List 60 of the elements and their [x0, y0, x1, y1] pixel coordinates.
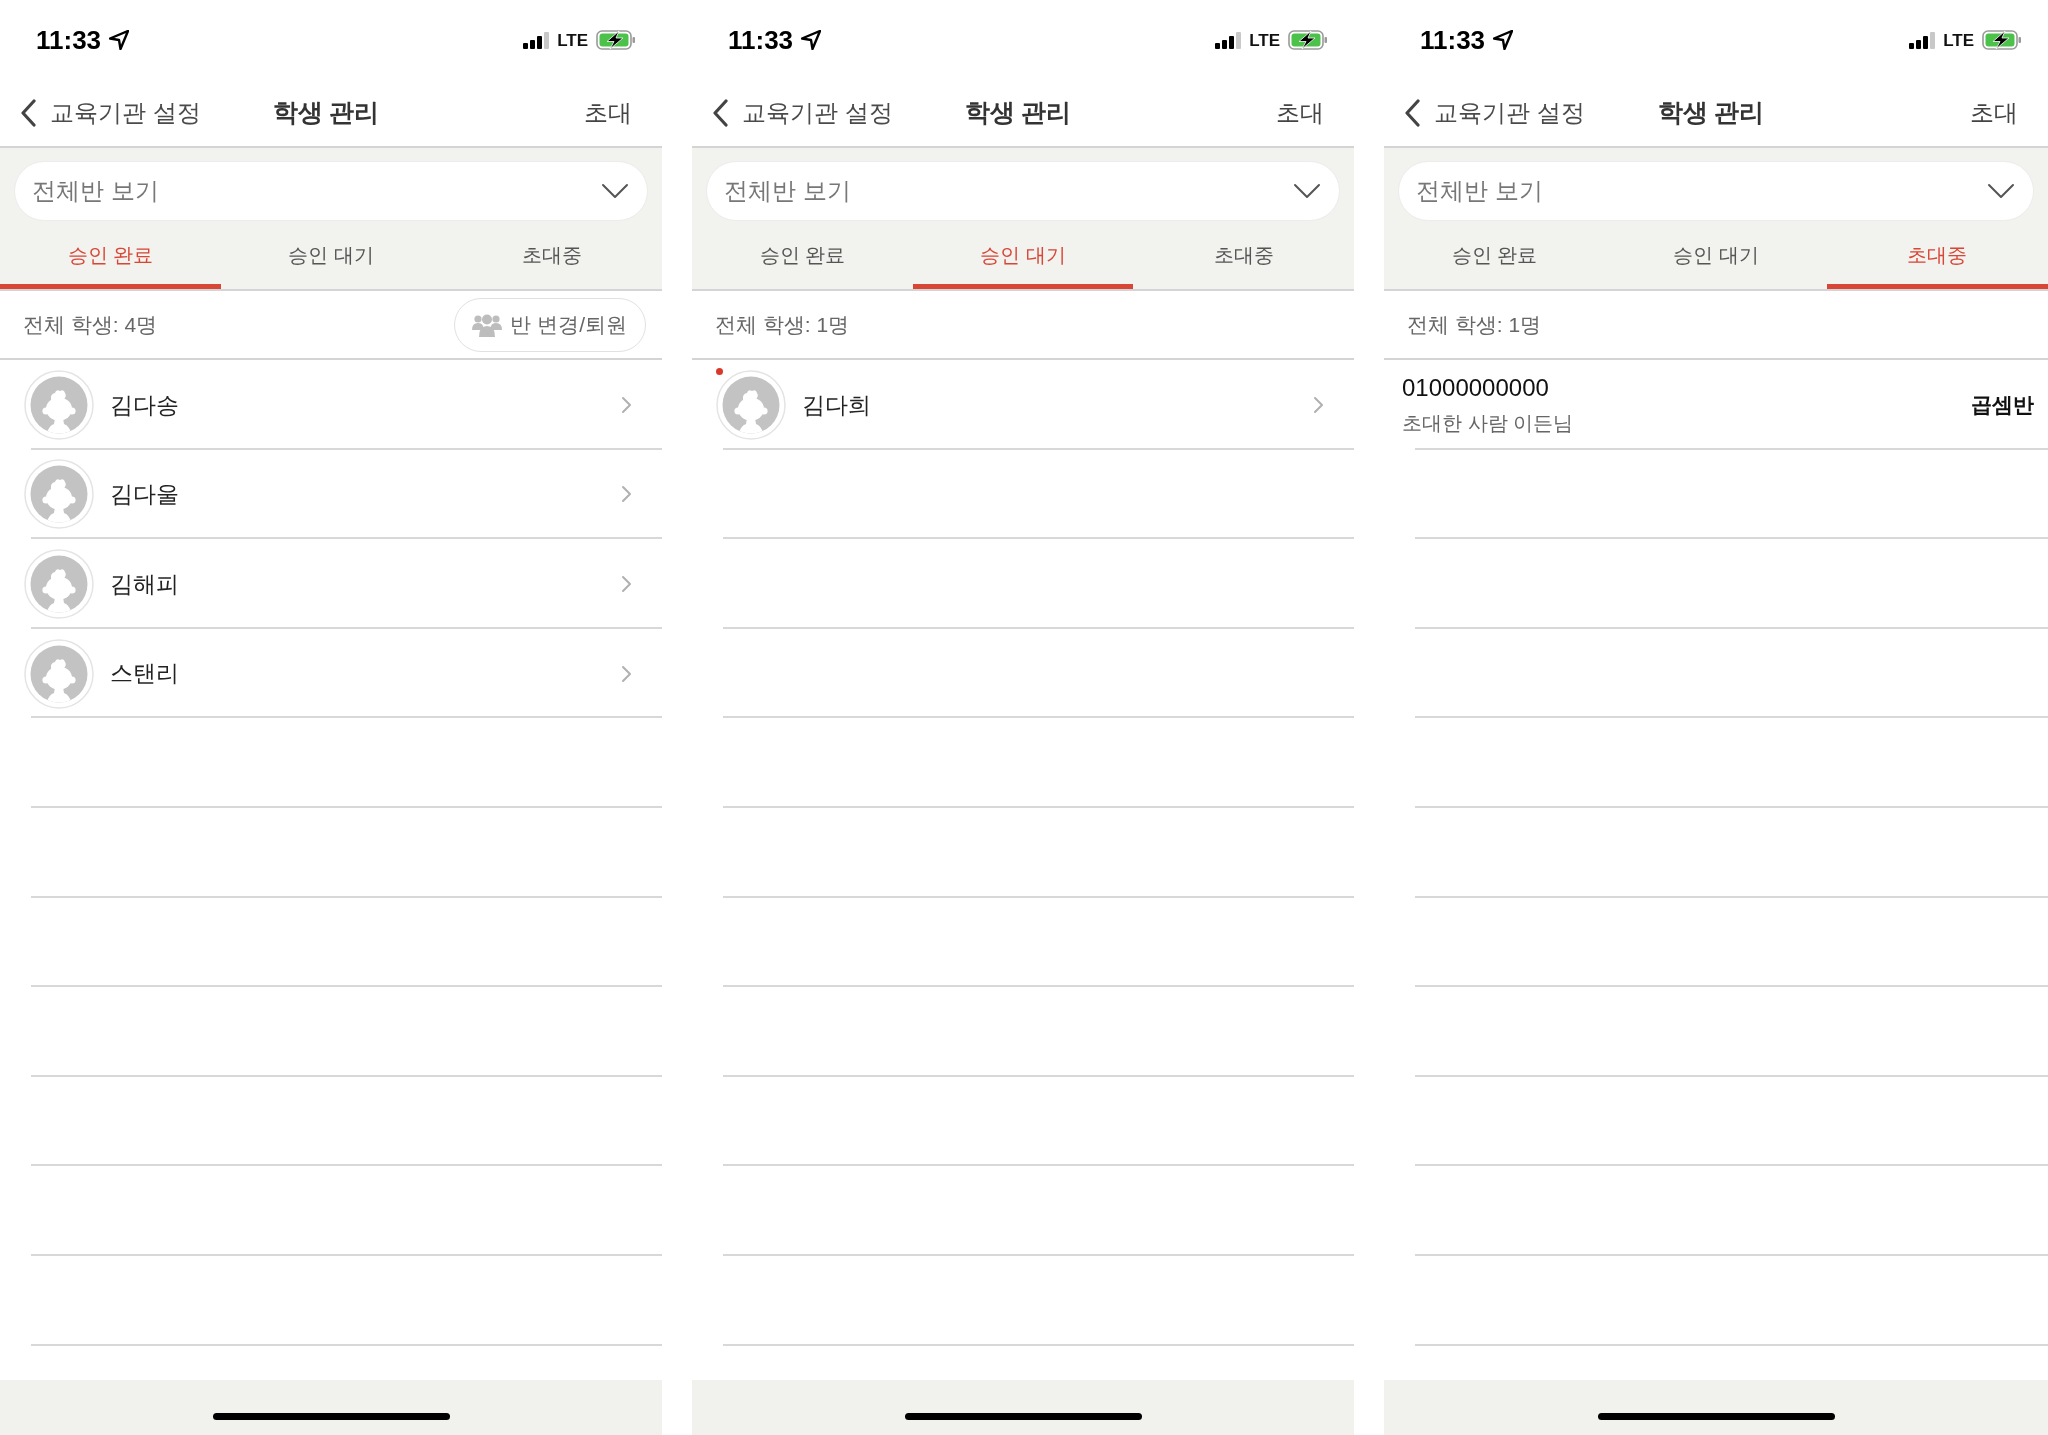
- status-time: 11:33: [1420, 27, 1486, 53]
- back-button[interactable]: 교육기관 설정: [712, 95, 893, 131]
- signal-icon: [1215, 31, 1242, 49]
- invite-button[interactable]: 초대: [1276, 95, 1324, 131]
- network-label: LTE: [557, 31, 588, 49]
- battery-icon: [1288, 30, 1328, 50]
- chevron-right-icon: [621, 395, 632, 414]
- back-chevron-icon: [712, 99, 728, 127]
- people-icon: [472, 312, 503, 337]
- tab[interactable]: 승인 완료: [1384, 221, 1606, 289]
- chevron-right-icon: [621, 575, 632, 593]
- tab[interactable]: 초대중: [1826, 221, 2048, 289]
- chevron-right-icon: [621, 485, 632, 504]
- avatar-icon: [24, 549, 94, 619]
- back-chevron-icon: [20, 99, 36, 127]
- signal-icon: [1909, 31, 1936, 49]
- location-arrow-icon: [1493, 30, 1514, 50]
- network-label: LTE: [1249, 31, 1280, 49]
- avatar-icon: [24, 638, 94, 709]
- back-button[interactable]: 교육기관 설정: [1404, 95, 1585, 131]
- avatar-icon: [24, 369, 94, 440]
- student-count-text: 전체 학생: 1명: [1407, 311, 1542, 338]
- location-arrow-icon: [801, 30, 822, 50]
- back-button[interactable]: 교육기관 설정: [20, 95, 201, 131]
- chevron-right-icon: [1313, 395, 1324, 414]
- inviter-text: 초대한 사람 이든님: [1402, 411, 1574, 436]
- tab[interactable]: 승인 완료: [0, 221, 221, 289]
- student-count-text: 전체 학생: 4명: [23, 311, 158, 338]
- chevron-down-icon: [601, 183, 629, 199]
- class-filter-dropdown[interactable]: 전체반 보기: [706, 161, 1340, 221]
- avatar-icon: [716, 369, 786, 440]
- battery-icon: [596, 30, 636, 50]
- tab[interactable]: 승인 대기: [1605, 221, 1827, 289]
- page-title: 학생 관리: [272, 97, 380, 129]
- chevron-down-icon: [1293, 183, 1321, 199]
- tab[interactable]: 초대중: [441, 221, 662, 289]
- status-time: 11:33: [36, 27, 102, 53]
- battery-icon: [1982, 30, 2022, 50]
- class-change-button[interactable]: 반 변경/퇴원: [454, 297, 646, 352]
- signal-icon: [523, 31, 550, 49]
- class-name-text: 곱셈반: [1971, 392, 2034, 419]
- status-time: 11:33: [728, 27, 794, 53]
- tab[interactable]: 초대중: [1133, 221, 1354, 289]
- chevron-down-icon: [1987, 183, 2015, 199]
- chevron-right-icon: [621, 664, 632, 683]
- class-filter-dropdown[interactable]: 전체반 보기: [14, 161, 648, 221]
- location-arrow-icon: [109, 30, 130, 50]
- invite-button[interactable]: 초대: [584, 95, 632, 131]
- avatar-icon: [24, 459, 94, 530]
- class-filter-dropdown[interactable]: 전체반 보기: [1398, 161, 2034, 221]
- student-count-text: 전체 학생: 1명: [715, 311, 850, 338]
- tab[interactable]: 승인 대기: [912, 221, 1134, 289]
- tab[interactable]: 승인 대기: [220, 221, 442, 289]
- back-chevron-icon: [1404, 99, 1420, 127]
- phone-number-text: 01000000000: [1402, 374, 1550, 404]
- invite-button[interactable]: 초대: [1970, 95, 2018, 131]
- page-title: 학생 관리: [964, 97, 1072, 129]
- page-title: 학생 관리: [1657, 97, 1765, 129]
- network-label: LTE: [1943, 31, 1974, 49]
- tab[interactable]: 승인 완료: [692, 221, 913, 289]
